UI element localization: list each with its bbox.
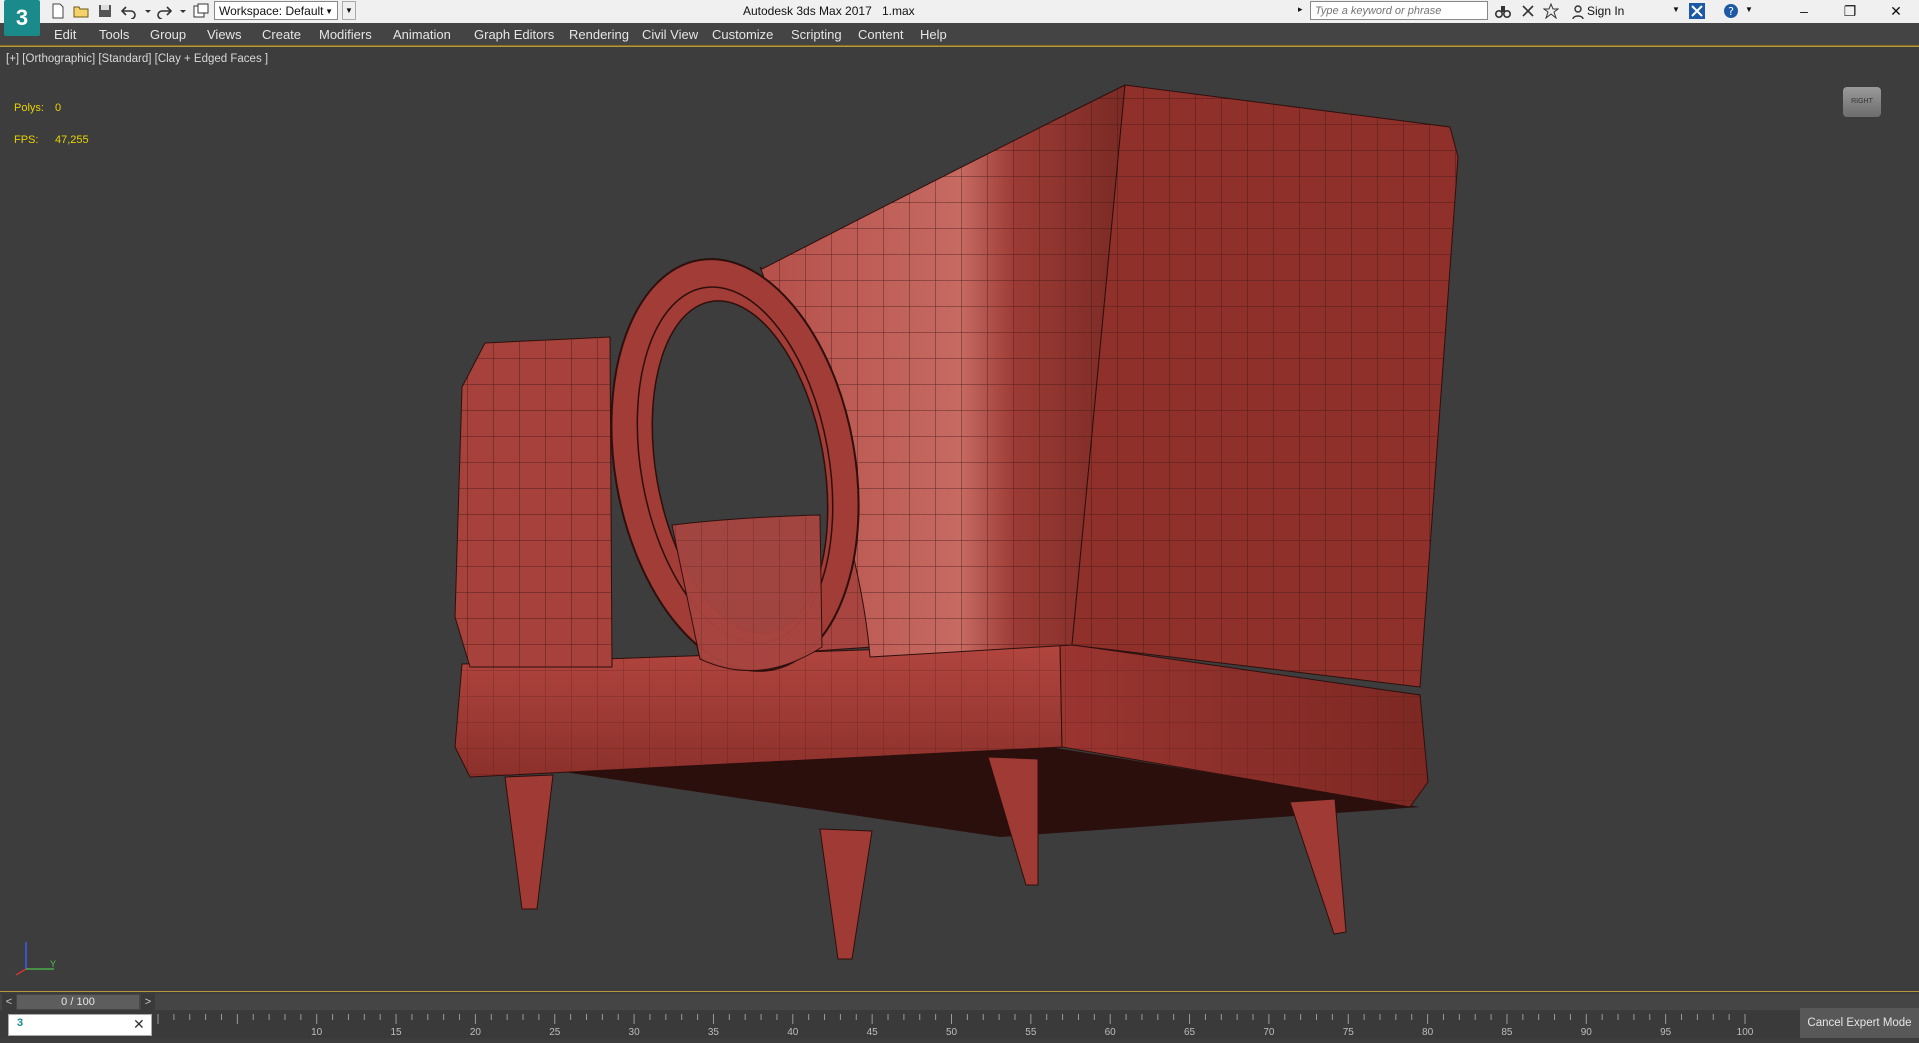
menu-rendering[interactable]: Rendering <box>569 27 629 42</box>
workspace-selector[interactable]: Workspace: Default ▼ <box>214 1 338 20</box>
axis-y-label: Y <box>50 959 57 969</box>
track-bar[interactable]: 10 15 20 25 30 35 40 45 50 55 60 65 70 75 80 85 90 95 100 <box>0 1010 1919 1038</box>
track-bar-ticks: 10 15 20 25 30 35 40 45 50 55 60 65 70 75 80 85 90 95 100 <box>157 1014 1754 1038</box>
svg-text:?: ? <box>1728 5 1734 18</box>
save-icon[interactable] <box>97 3 113 19</box>
app-thumb-icon: 3 <box>17 1017 24 1029</box>
menu-create[interactable]: Create <box>262 27 301 42</box>
backrest-side <box>1071 84 1459 688</box>
workspace-label: Workspace: Default <box>219 4 324 18</box>
customize-quick-access-icon[interactable]: ▼ <box>342 1 356 20</box>
tick-label: 80 <box>1422 1027 1434 1038</box>
tick-label: 90 <box>1581 1027 1593 1038</box>
project-folder-icon[interactable] <box>193 3 209 19</box>
tick-label: 30 <box>629 1027 641 1038</box>
file-name: 1.max <box>882 4 915 18</box>
tick-label: 10 <box>311 1027 323 1038</box>
menu-civil-view[interactable]: Civil View <box>642 27 698 42</box>
tick-label: 65 <box>1184 1027 1196 1038</box>
menu-content[interactable]: Content <box>858 27 904 42</box>
menu-animation[interactable]: Animation <box>393 27 451 42</box>
tick-label: 70 <box>1263 1027 1275 1038</box>
close-icon[interactable]: ✕ <box>133 1016 145 1033</box>
user-icon <box>1570 4 1584 20</box>
armchair-model[interactable] <box>0 47 1919 991</box>
expand-search-icon[interactable]: ▸ <box>1298 4 1303 15</box>
open-file-icon[interactable] <box>73 3 89 19</box>
logo-text: 3 <box>15 5 29 30</box>
tick-label: 40 <box>787 1027 799 1038</box>
cancel-expert-mode-button[interactable]: Cancel Expert Mode <box>1800 1008 1919 1038</box>
menu-group[interactable]: Group <box>150 27 186 42</box>
redo-dropdown-icon[interactable] <box>175 3 186 19</box>
time-next-button[interactable]: > <box>141 994 155 1010</box>
help-icon[interactable]: ? <box>1723 3 1739 19</box>
menu-help[interactable]: Help <box>920 27 947 42</box>
close-button[interactable]: ✕ <box>1873 0 1919 23</box>
restore-button[interactable]: ❐ <box>1827 0 1873 23</box>
binoculars-icon[interactable] <box>1494 3 1512 19</box>
tick-label: 35 <box>708 1027 720 1038</box>
menu-graph-editors[interactable]: Graph Editors <box>474 27 554 42</box>
tick-label: 25 <box>549 1027 561 1038</box>
menu-customize[interactable]: Customize <box>712 27 773 42</box>
menu-tools[interactable]: Tools <box>99 27 129 42</box>
app-logo[interactable]: 3 <box>4 0 40 36</box>
subscription-icon[interactable] <box>1520 3 1536 19</box>
app-title: Autodesk 3ds Max 2017 <box>743 4 872 18</box>
time-prev-button[interactable]: < <box>2 994 16 1010</box>
tick-label: 100 <box>1737 1027 1754 1038</box>
help-dropdown-icon[interactable]: ▼ <box>1745 5 1753 14</box>
title-bar: 3 Workspace: Default ▼ ▼ Autodesk 3ds Ma… <box>0 0 1919 36</box>
tick-label: 50 <box>946 1027 958 1038</box>
menu-bar: Edit Tools Group Views Create Modifiers … <box>0 23 1919 46</box>
menu-scripting[interactable]: Scripting <box>791 27 842 42</box>
sign-in-button[interactable]: Sign In <box>1587 4 1624 18</box>
menu-modifiers[interactable]: Modifiers <box>319 27 372 42</box>
new-file-icon[interactable] <box>50 3 66 19</box>
left-armrest <box>454 336 613 668</box>
menu-views[interactable]: Views <box>207 27 241 42</box>
menu-edit[interactable]: Edit <box>54 27 76 42</box>
tick-label: 60 <box>1105 1027 1117 1038</box>
time-slider-thumb[interactable]: 0 / 100 <box>17 995 139 1009</box>
chevron-down-icon: ▼ <box>325 7 333 16</box>
undo-dropdown-icon[interactable] <box>140 3 151 19</box>
exchange-apps-icon[interactable] <box>1689 3 1705 19</box>
perspective-viewport[interactable]: [+] [Orthographic] [Standard] [Clay + Ed… <box>0 46 1919 992</box>
tick-label: 55 <box>1025 1027 1037 1038</box>
sign-in-dropdown-icon[interactable]: ▼ <box>1672 5 1680 14</box>
time-slider: < 0 / 100 > <box>0 994 1919 1010</box>
star-icon[interactable] <box>1542 2 1560 20</box>
minimize-button[interactable]: – <box>1781 0 1827 23</box>
search-input[interactable] <box>1310 1 1488 20</box>
axis-tripod: Y <box>14 937 64 982</box>
undo-icon[interactable] <box>120 3 137 20</box>
tick-label: 75 <box>1343 1027 1355 1038</box>
tick-label: 95 <box>1660 1027 1672 1038</box>
tick-label: 15 <box>390 1027 402 1038</box>
tick-label: 20 <box>470 1027 482 1038</box>
tick-label: 45 <box>867 1027 879 1038</box>
tick-label: 85 <box>1501 1027 1513 1038</box>
redo-icon[interactable] <box>156 3 173 20</box>
minimized-window-thumbnail[interactable]: 3 ✕ <box>8 1014 152 1036</box>
